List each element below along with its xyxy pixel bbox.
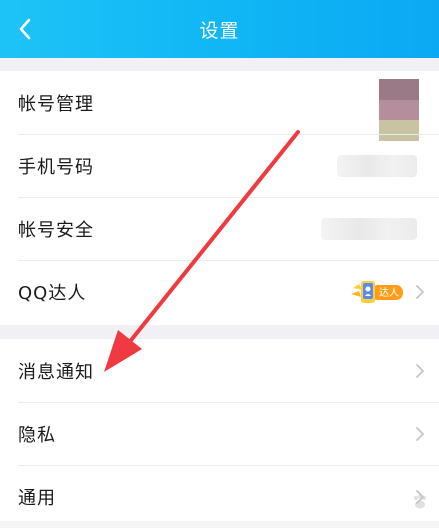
blurred-security-value bbox=[321, 217, 417, 240]
general-row[interactable]: 通用 bbox=[0, 465, 439, 528]
message-notification-row[interactable]: 消息通知 bbox=[0, 339, 439, 402]
account-settings-group: 帐号管理 手机号码 帐号安全 QQ达人 达人 bbox=[0, 71, 439, 325]
row-label: 帐号安全 bbox=[18, 219, 94, 241]
avatar bbox=[379, 79, 419, 142]
section-spacer bbox=[0, 58, 439, 71]
blurred-phone-value bbox=[337, 154, 417, 177]
row-label: 消息通知 bbox=[18, 361, 94, 383]
account-management-row[interactable]: 帐号管理 bbox=[0, 71, 439, 142]
top-bar: 设置 bbox=[0, 0, 439, 58]
phone-number-row[interactable]: 手机号码 bbox=[0, 134, 439, 197]
back-button[interactable] bbox=[10, 13, 40, 45]
row-label: 隐私 bbox=[18, 424, 56, 446]
watermark bbox=[411, 493, 429, 511]
chevron-left-icon bbox=[19, 18, 31, 40]
row-label: 手机号码 bbox=[18, 156, 94, 178]
privacy-row[interactable]: 隐私 bbox=[0, 402, 439, 465]
chevron-right-icon bbox=[416, 284, 424, 299]
account-security-row[interactable]: 帐号安全 bbox=[0, 197, 439, 260]
chevron-right-icon bbox=[416, 426, 424, 441]
general-settings-group: 消息通知 隐私 通用 bbox=[0, 339, 439, 521]
section-spacer bbox=[0, 325, 439, 339]
qq-talent-badge-icon: 达人 bbox=[349, 278, 405, 306]
talent-badge-text: 达人 bbox=[379, 287, 399, 299]
row-label: 通用 bbox=[18, 487, 56, 509]
row-label: 帐号管理 bbox=[18, 93, 94, 115]
row-label: QQ达人 bbox=[18, 282, 87, 304]
paw-icon bbox=[414, 494, 426, 509]
page-title: 设置 bbox=[199, 19, 240, 42]
chevron-right-icon bbox=[416, 363, 424, 378]
qq-talent-row[interactable]: QQ达人 达人 bbox=[0, 260, 439, 323]
